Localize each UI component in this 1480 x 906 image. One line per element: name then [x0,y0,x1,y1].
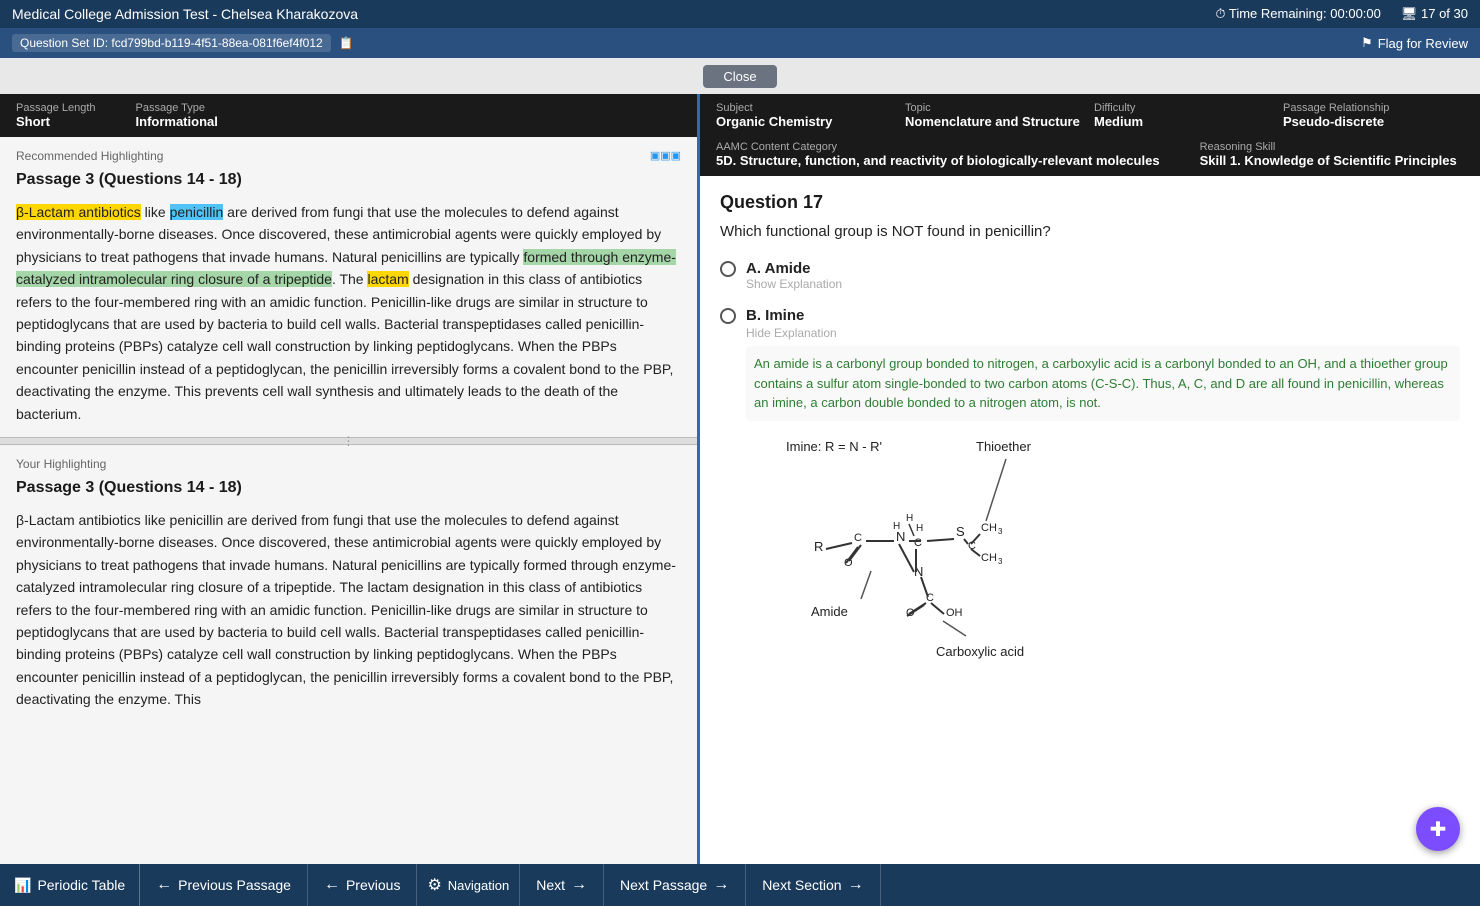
hide-explanation-b[interactable]: Hide Explanation [746,326,1460,340]
left-arrow-small-icon: ← [324,876,340,894]
time-remaining-label: ⏱ Time Remaining: 00:00:00 [1215,6,1381,22]
recommended-highlighting-label: Recommended Highlighting ▣▣▣ [16,149,681,163]
periodic-table-icon: 📊 [14,877,31,894]
left-panel: Passage Length Short Passage Type Inform… [0,94,700,864]
amide-structure-label: Amide [811,604,848,619]
next-passage-button[interactable]: Next Passage → [604,864,746,906]
periodic-table-button[interactable]: 📊 Periodic Table [0,864,140,906]
flag-review-button[interactable]: ⚑ Flag for Review [1361,35,1468,51]
your-highlighting-section: Your Highlighting Passage 3 (Questions 1… [0,445,697,864]
svg-text:H: H [916,523,923,534]
svg-text:C: C [854,532,862,544]
highlight-penicillin: penicillin [170,204,224,220]
svg-text:R: R [814,539,823,554]
passage-relationship-meta: Passage Relationship Pseudo-discrete [1283,102,1464,129]
passage-type-meta: Passage Type Informational [136,102,218,129]
question-set-id: Question Set ID: fcd799bd-b119-4f51-88ea… [12,34,331,52]
your-highlighting-label: Your Highlighting [16,457,681,471]
next-button[interactable]: Next → [520,864,604,906]
floating-action-button[interactable]: ✚ [1416,807,1460,851]
passage-length-meta: Passage Length Short [16,102,96,129]
reasoning-skill-meta: Reasoning Skill Skill 1. Knowledge of Sc… [1200,141,1457,168]
svg-text:3: 3 [998,557,1003,566]
difficulty-meta: Difficulty Medium [1094,102,1275,129]
question-number: Question 17 [720,192,1460,213]
close-button[interactable]: Close [703,65,776,88]
right-arrow-passage-icon: → [713,876,729,894]
subject-meta: Subject Organic Chemistry [716,102,897,129]
answer-label-b[interactable]: B. Imine [746,307,804,324]
question-text: Which functional group is NOT found in p… [720,223,1460,240]
subheader-bar: Question Set ID: fcd799bd-b119-4f51-88ea… [0,28,1480,58]
thioether-label: Thioether [976,439,1032,454]
highlight-lactam: lactam [367,271,408,287]
svg-text:C: C [914,537,922,549]
right-panel: Subject Organic Chemistry Topic Nomencla… [700,94,1480,864]
chemical-structure-diagram: Imine: R = N - R' Thioether N H C [746,431,1460,694]
carboxylic-acid-label: Carboxylic acid [936,644,1024,659]
answer-radio-a[interactable] [720,261,736,277]
passage-text-recommended: β-Lactam antibiotics like penicillin are… [16,201,681,425]
question-meta-bar: Subject Organic Chemistry Topic Nomencla… [700,94,1480,137]
topic-meta: Topic Nomenclature and Structure [905,102,1086,129]
explanation-text-b: An amide is a carbonyl group bonded to n… [746,346,1460,421]
imine-label: Imine: R = N - R' [786,439,882,454]
answer-radio-b[interactable] [720,308,736,324]
gear-icon: ⚙ [427,875,441,895]
your-passage-text: β-Lactam antibiotics like penicillin are… [16,509,681,711]
svg-text:CH: CH [981,522,997,534]
highlight-beta-lactam: β-Lactam antibiotics [16,204,141,220]
copy-icon[interactable]: 📋 [339,36,354,50]
app-title: Medical College Admission Test - Chelsea… [12,6,358,22]
navigation-label: ⚙ Navigation [417,864,520,906]
close-bar: Close [0,58,1480,94]
recommended-highlighting-section: Recommended Highlighting ▣▣▣ Passage 3 (… [0,137,697,437]
passage-meta: Passage Length Short Passage Type Inform… [0,94,697,137]
passage-title-recommended: Passage 3 (Questions 14 - 18) [16,171,681,189]
app-header: Medical College Admission Test - Chelsea… [0,0,1480,28]
answer-option-b: B. Imine Hide Explanation An amide is a … [720,307,1460,694]
right-arrow-icon: → [571,876,587,894]
previous-button[interactable]: ← Previous [308,864,417,906]
svg-text:OH: OH [946,607,963,619]
answer-option-a: A. Amide Show Explanation [720,260,1460,291]
left-arrow-icon: ← [156,876,172,894]
next-section-button[interactable]: Next Section → [746,864,880,906]
answer-label-a[interactable]: A. Amide [746,260,810,277]
question-content: Question 17 Which functional group is NO… [700,176,1480,864]
plus-icon: ✚ [1430,817,1447,842]
svg-text:S: S [956,524,965,539]
your-passage-title: Passage 3 (Questions 14 - 18) [16,479,681,497]
bottom-navigation: 📊 Periodic Table ← Previous Passage ← Pr… [0,864,1480,906]
show-explanation-a[interactable]: Show Explanation [746,277,1460,291]
svg-text:H: H [893,521,900,532]
right-arrow-section-icon: → [848,876,864,894]
svg-text:3: 3 [998,527,1003,536]
section-divider: ⋮ [0,437,697,445]
aamc-category-meta: AAMC Content Category 5D. Structure, fun… [716,141,1160,168]
aamc-row: AAMC Content Category 5D. Structure, fun… [700,137,1480,176]
highlight-formed: formed through enzyme-catalyzed intramol… [16,249,676,287]
main-content: Passage Length Short Passage Type Inform… [0,94,1480,864]
svg-text:CH: CH [981,552,997,564]
previous-passage-button[interactable]: ← Previous Passage [140,864,308,906]
svg-text:H: H [906,513,913,524]
question-progress: 🖥 17 of 30 [1401,6,1468,22]
